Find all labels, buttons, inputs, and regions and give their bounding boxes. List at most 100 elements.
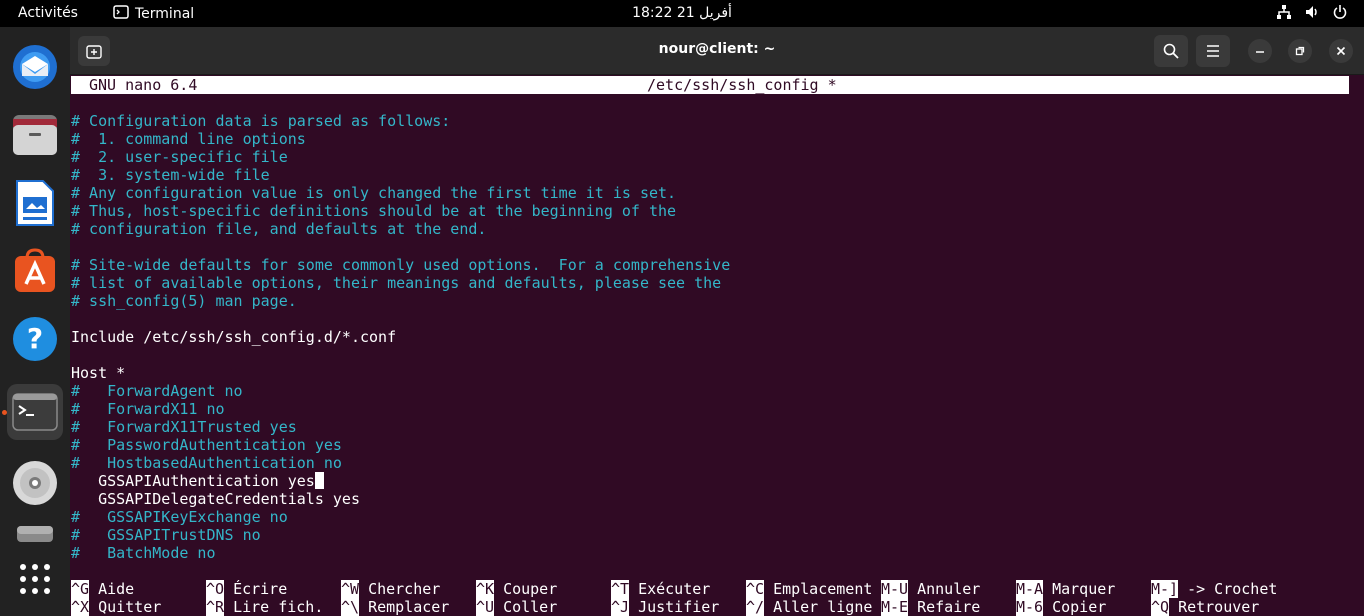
help-icon[interactable]: ?: [7, 311, 63, 367]
shortcut-item: M-E Refaire: [881, 598, 980, 616]
comment-line: # PasswordAuthentication yes: [71, 436, 342, 454]
search-icon: [1163, 43, 1179, 59]
shortcut-key: ^\: [341, 598, 360, 616]
shortcut-key: M-A: [1016, 580, 1044, 598]
shortcut-key: M-U: [881, 580, 909, 598]
config-line: Host *: [71, 364, 126, 382]
comment-line: # GSSAPITrustDNS no: [71, 526, 261, 544]
shortcut-label: Coller: [503, 598, 558, 616]
nano-title-bar: GNU nano 6.4 /etc/ssh/ssh_config *: [71, 76, 1349, 94]
comment-line: # Thus, host-specific definitions should…: [71, 202, 677, 220]
shortcut-key: ^R: [206, 598, 225, 616]
nano-filename: /etc/ssh/ssh_config *: [647, 76, 837, 94]
comment-line: # BatchMode no: [71, 544, 216, 562]
comment-line: # list of available options, their meani…: [71, 274, 722, 292]
app-grid-icon[interactable]: [7, 551, 63, 607]
disc-icon[interactable]: [7, 455, 63, 511]
shortcut-label: Annuler: [917, 580, 981, 598]
comment-line: # configuration file, and defaults at th…: [71, 220, 487, 238]
shortcut-label: -> Crochet: [1187, 580, 1278, 598]
shortcut-label: Emplacement: [773, 580, 873, 598]
close-button[interactable]: [1329, 39, 1353, 63]
comment-line: # Configuration data is parsed as follow…: [71, 112, 451, 130]
shortcut-key: ^Q: [1151, 598, 1170, 616]
drive-icon[interactable]: [7, 519, 63, 549]
shortcut-label: Marquer: [1052, 580, 1116, 598]
shortcut-item: ^G Aide: [71, 580, 134, 598]
nano-version: GNU nano 6.4: [89, 76, 198, 94]
shortcut-label: Retrouver: [1178, 598, 1260, 616]
shortcut-key: ^/: [746, 598, 765, 616]
shortcut-key: ^C: [746, 580, 765, 598]
shortcut-item: ^O Écrire: [206, 580, 287, 598]
shortcut-label: Copier: [1052, 598, 1107, 616]
shortcut-item: ^U Coller: [476, 598, 557, 616]
power-icon[interactable]: [1332, 4, 1348, 20]
shortcut-label: Quitter: [98, 598, 162, 616]
terminal-content[interactable]: GNU nano 6.4 /etc/ssh/ssh_config * # Con…: [70, 75, 1364, 616]
system-tray[interactable]: [1276, 4, 1348, 20]
shortcut-key: M-]: [1151, 580, 1179, 598]
comment-line: # Site-wide defaults for some commonly u…: [71, 256, 731, 274]
menu-button[interactable]: [1196, 35, 1230, 67]
shortcut-item: ^/ Aller ligne: [746, 598, 872, 616]
header-bar: nour@client: ~: [70, 27, 1364, 75]
top-bar: Activités Terminal 18:22 21 أفريل: [0, 0, 1364, 27]
shortcut-item: M-A Marquer: [1016, 580, 1115, 598]
network-icon[interactable]: [1276, 4, 1292, 20]
shortcut-item: ^K Couper: [476, 580, 557, 598]
search-button[interactable]: [1154, 35, 1188, 67]
shortcut-key: ^J: [611, 598, 630, 616]
comment-line: # ForwardX11Trusted yes: [71, 418, 297, 436]
maximize-button[interactable]: [1288, 39, 1312, 63]
shortcut-item: ^X Quitter: [71, 598, 161, 616]
shortcut-item: ^C Emplacement: [746, 580, 872, 598]
shortcut-label: Couper: [503, 580, 558, 598]
minimize-button[interactable]: [1248, 39, 1272, 63]
files-icon[interactable]: [7, 107, 63, 163]
config-line: GSSAPIDelegateCredentials yes: [71, 490, 360, 508]
shortcut-label: Lire fich.: [233, 598, 324, 616]
terminal-icon[interactable]: [7, 384, 63, 440]
shortcut-label: Aide: [98, 580, 135, 598]
dock: ?: [0, 27, 70, 616]
shortcut-key: M-E: [881, 598, 909, 616]
svg-text:?: ?: [27, 322, 43, 355]
config-line: Include /etc/ssh/ssh_config.d/*.conf: [71, 328, 397, 346]
comment-line: # 1. command line options: [71, 130, 306, 148]
comment-line: # HostbasedAuthentication no: [71, 454, 342, 472]
comment-line: # Any configuration value is only change…: [71, 184, 677, 202]
app-center-icon[interactable]: [7, 243, 63, 299]
comment-line: # 3. system-wide file: [71, 166, 270, 184]
shortcut-key: ^X: [71, 598, 90, 616]
shortcut-item: ^W Chercher: [341, 580, 440, 598]
comment-line: # GSSAPIKeyExchange no: [71, 508, 288, 526]
thunderbird-icon[interactable]: [7, 39, 63, 95]
shortcut-label: Remplacer: [368, 598, 450, 616]
shortcut-key: ^U: [476, 598, 495, 616]
shortcut-key: ^G: [71, 580, 90, 598]
shortcut-item: M-U Annuler: [881, 580, 980, 598]
config-line: GSSAPIAuthentication yes: [71, 472, 324, 490]
volume-icon[interactable]: [1304, 4, 1320, 20]
comment-line: # ForwardX11 no: [71, 400, 225, 418]
shortcut-item: M-6 Copier: [1016, 598, 1106, 616]
shortcut-label: Refaire: [917, 598, 981, 616]
restore-icon: [1295, 46, 1305, 56]
shortcut-item: ^Q Retrouver: [1151, 598, 1259, 616]
close-icon: [1336, 46, 1346, 56]
libreoffice-writer-icon[interactable]: [7, 175, 63, 231]
shortcut-key: ^K: [476, 580, 495, 598]
shortcut-item: M-] -> Crochet: [1151, 580, 1277, 598]
shortcut-key: ^W: [341, 580, 360, 598]
shortcut-key: M-6: [1016, 598, 1044, 616]
clock[interactable]: 18:22 21 أفريل: [0, 5, 1364, 21]
shortcut-label: Exécuter: [638, 580, 711, 598]
shortcut-key: ^T: [611, 580, 630, 598]
terminal-window: nour@client: ~ GNU nano 6.4 /etc/ssh/ssh…: [70, 27, 1364, 616]
shortcut-label: Écrire: [233, 580, 288, 598]
shortcut-label: Chercher: [368, 580, 441, 598]
comment-line: # ssh_config(5) man page.: [71, 292, 297, 310]
text-cursor: [314, 472, 324, 489]
hamburger-icon: [1207, 45, 1219, 57]
